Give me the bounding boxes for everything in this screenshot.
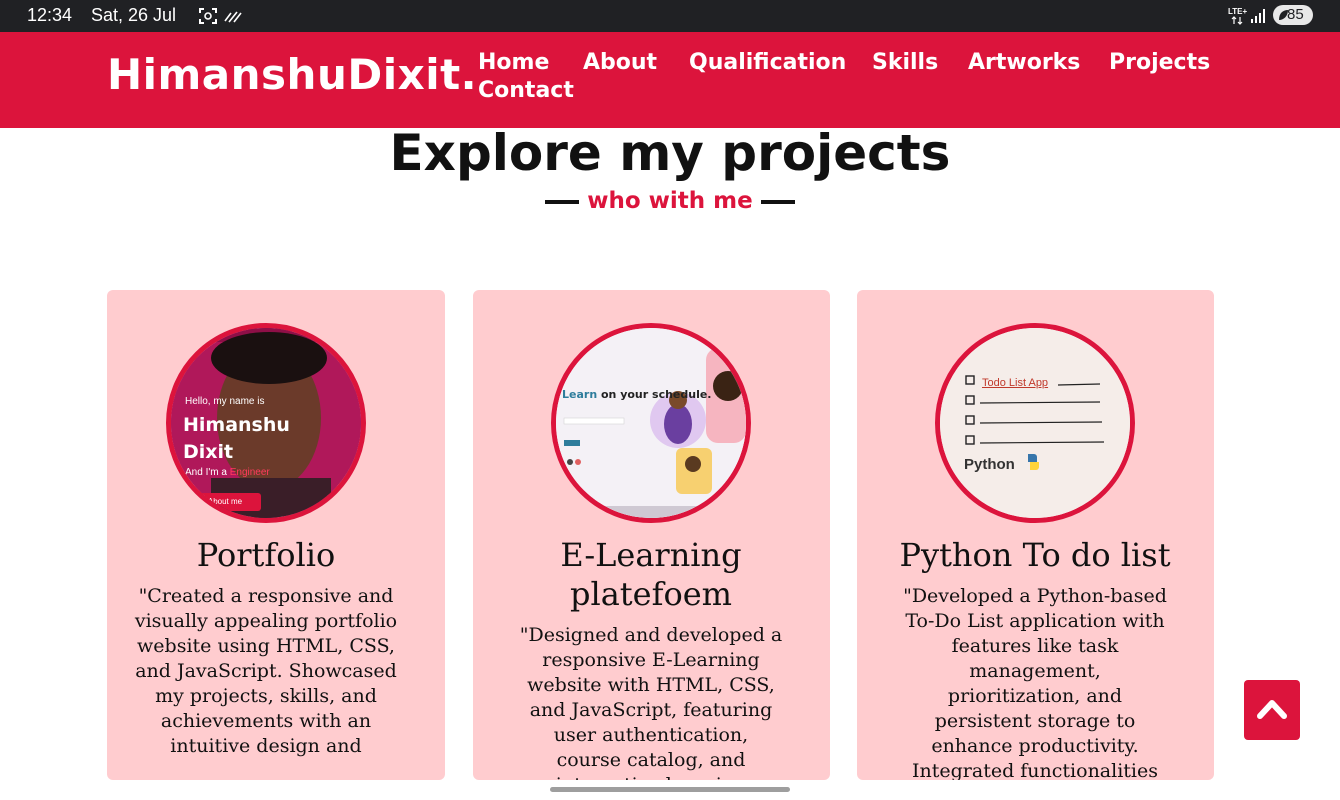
portfolio-thumb-role-prefix: And I'm a bbox=[185, 467, 230, 478]
site-header: HimanshuDixit. Home About Qualification … bbox=[0, 32, 1340, 128]
project-title: Python To do list bbox=[899, 536, 1171, 574]
nav-skills[interactable]: Skills bbox=[872, 50, 938, 75]
gesture-navigation-bar[interactable] bbox=[550, 787, 790, 792]
battery-percent: 85 bbox=[1287, 6, 1304, 23]
nav-qualification[interactable]: Qualification bbox=[689, 50, 846, 75]
portfolio-thumb-role: And I'm a Engineer bbox=[185, 467, 270, 478]
todo-checklist-image bbox=[965, 375, 1105, 470]
portfolio-thumb-name: Himanshu Dixit bbox=[183, 414, 290, 463]
project-thumbnail-elearning: Learn on your schedule. bbox=[551, 323, 751, 523]
project-card-portfolio[interactable]: Hello, my name is Himanshu Dixit And I'm… bbox=[107, 290, 445, 780]
elearning-thumb-headline-text: on your schedule. bbox=[597, 388, 712, 401]
status-date: Sat, 26 Jul bbox=[91, 5, 177, 25]
nav-projects[interactable]: Projects bbox=[1109, 50, 1210, 75]
project-title: Portfolio bbox=[196, 536, 336, 574]
nav-artworks[interactable]: Artworks bbox=[968, 50, 1080, 75]
elearning-screenshot-image bbox=[556, 328, 746, 518]
subtitle-dash-left bbox=[545, 199, 580, 204]
portfolio-thumb-button: About me bbox=[189, 493, 261, 511]
nav-contact[interactable]: Contact bbox=[478, 78, 574, 103]
nav-home[interactable]: Home bbox=[478, 50, 549, 75]
subtitle-dash-right bbox=[760, 199, 795, 204]
svg-text:LTE+: LTE+ bbox=[1228, 7, 1248, 16]
project-description: "Created a responsive and visually appea… bbox=[134, 585, 398, 757]
nav-about[interactable]: About bbox=[583, 50, 657, 75]
site-logo[interactable]: HimanshuDixit. bbox=[107, 50, 477, 99]
todo-thumb-title: Todo List App bbox=[982, 377, 1049, 389]
section-subtitle: who with me bbox=[0, 188, 1340, 214]
signal-icon bbox=[1251, 9, 1265, 23]
section-subtitle-text: who with me bbox=[587, 188, 753, 214]
screenshot-icon bbox=[199, 8, 217, 24]
elearning-thumb-headline: Learn on your schedule. bbox=[562, 388, 712, 402]
lte-icon: LTE+ bbox=[1228, 7, 1248, 25]
project-description: "Designed and developed a responsive E-L… bbox=[519, 624, 783, 780]
project-card-todo[interactable]: Todo List App Python Python To do list "… bbox=[857, 290, 1214, 780]
status-time: 12:34 bbox=[27, 5, 73, 25]
project-description: "Developed a Python-based To-Do List app… bbox=[903, 585, 1167, 780]
project-thumbnail-todo: Todo List App Python bbox=[935, 323, 1135, 523]
portfolio-thumb-role-word: Engineer bbox=[229, 467, 270, 478]
stripes-icon bbox=[224, 11, 242, 23]
scroll-top-button[interactable] bbox=[1244, 680, 1300, 740]
section-title: Explore my projects bbox=[389, 124, 951, 182]
elearning-thumb-highlight: Learn bbox=[562, 388, 598, 401]
project-thumbnail-portfolio: Hello, my name is Himanshu Dixit And I'm… bbox=[166, 323, 366, 523]
status-bar: 12:34 Sat, 26 Jul LTE+ 85 bbox=[0, 0, 1340, 32]
todo-thumb-language: Python bbox=[964, 456, 1015, 473]
project-card-elearning[interactable]: Learn on your schedule. E-Learning plate… bbox=[473, 290, 830, 780]
project-title: E-Learning platefoem bbox=[560, 536, 742, 613]
battery-indicator: 85 bbox=[1273, 5, 1313, 25]
chevron-up-icon bbox=[1257, 700, 1287, 719]
portfolio-thumb-greeting: Hello, my name is bbox=[185, 396, 265, 407]
